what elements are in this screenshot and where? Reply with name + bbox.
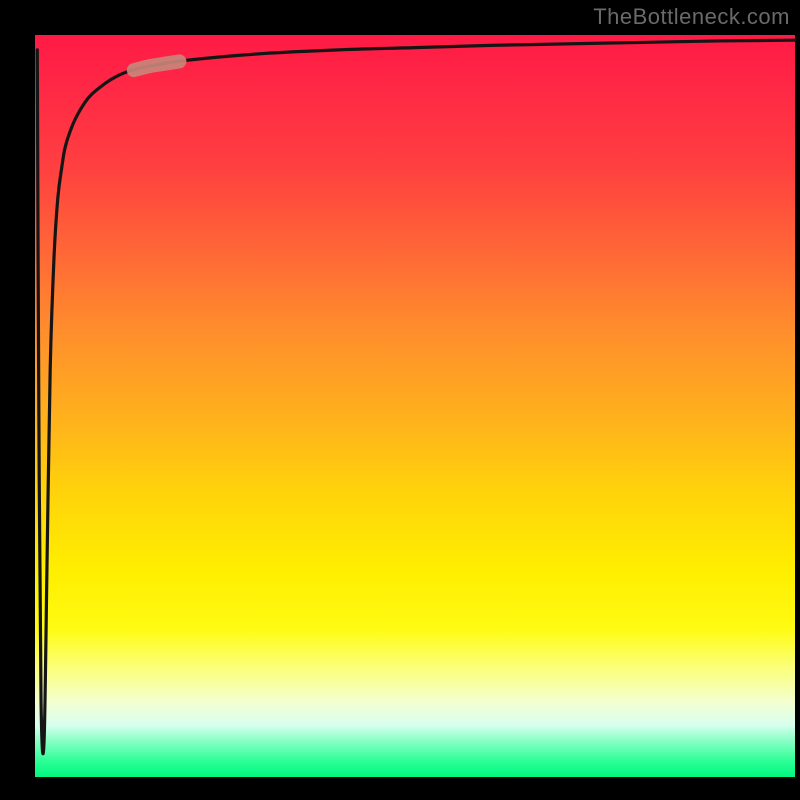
performance-curve-line	[37, 40, 795, 754]
watermark-text: TheBottleneck.com	[593, 4, 790, 30]
chart-svg	[35, 35, 795, 777]
curve-marker	[134, 61, 180, 70]
